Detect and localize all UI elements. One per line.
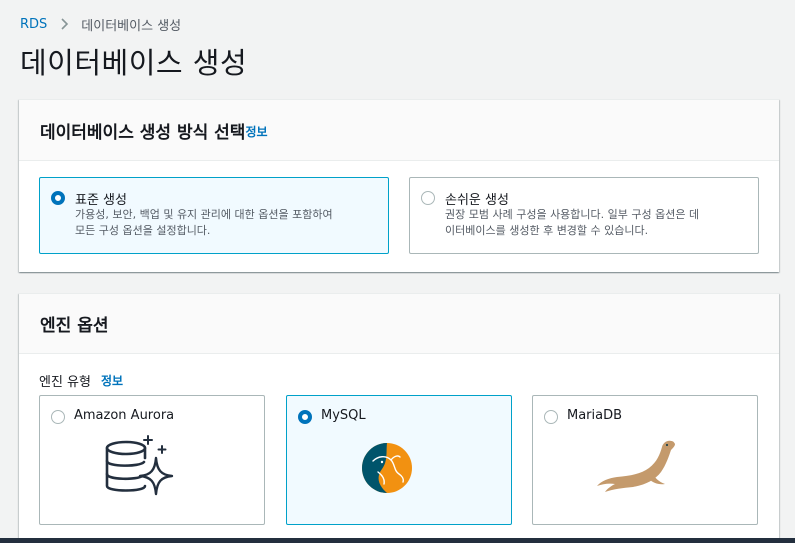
engine-type-text: 엔진 유형 — [39, 375, 91, 390]
bottom-footer-bar — [0, 538, 795, 543]
standard-create-title: 표준 생성 — [75, 193, 127, 208]
engine-tile-aurora[interactable]: Amazon Aurora — [39, 395, 265, 525]
creation-method-panel: 데이터베이스 생성 방식 선택 정보 표준 생성 가용성, 보안, 백업 및 유… — [19, 99, 779, 272]
easy-create-title: 손쉬운 생성 — [445, 193, 509, 208]
engine-type-label: 엔진 유형 정보 — [39, 371, 123, 390]
easy-create-desc-line2: 이터베이스를 생성한 후 변경할 수 있습니다. — [445, 224, 649, 237]
aurora-label: Amazon Aurora — [74, 408, 175, 423]
engine-type-info-link[interactable]: 정보 — [101, 372, 123, 389]
engine-options-panel: 엔진 옵션 엔진 유형 정보 Amazon Aurora MySQL Maria… — [19, 293, 779, 543]
breadcrumb-current: 데이터베이스 생성 — [81, 18, 182, 34]
engine-tile-mariadb[interactable]: MariaDB — [532, 395, 758, 525]
easy-create-desc-line1: 권장 모범 사례 구성을 사용합니다. 일부 구성 옵션은 데 — [445, 208, 700, 221]
easy-create-tile[interactable]: 손쉬운 생성 권장 모범 사례 구성을 사용합니다. 일부 구성 옵션은 데 이… — [409, 177, 759, 254]
engine-options-header: 엔진 옵션 — [19, 294, 779, 354]
engine-options-title: 엔진 옵션 — [40, 316, 109, 336]
mariadb-label: MariaDB — [567, 408, 623, 423]
standard-create-tile[interactable]: 표준 생성 가용성, 보안, 백업 및 유지 관리에 대한 옵션을 포함하여 모… — [39, 177, 389, 254]
mysql-dolphin-icon — [362, 443, 412, 493]
chevron-right-icon — [61, 18, 69, 30]
aurora-radio[interactable] — [51, 410, 65, 424]
creation-method-title: 데이터베이스 생성 방식 선택 — [40, 122, 246, 143]
breadcrumb-rds-link[interactable]: RDS — [20, 17, 47, 32]
creation-method-info-link[interactable]: 정보 — [245, 123, 267, 140]
aurora-database-icon — [105, 435, 174, 496]
engine-tile-mysql[interactable]: MySQL — [286, 395, 512, 525]
standard-create-radio[interactable] — [51, 191, 65, 205]
page-title: 데이터베이스 생성 — [20, 46, 248, 80]
easy-create-radio[interactable] — [421, 191, 435, 205]
mysql-radio[interactable] — [298, 410, 312, 424]
mariadb-radio[interactable] — [544, 410, 558, 424]
mysql-label: MySQL — [321, 408, 366, 423]
breadcrumb: RDS 데이터베이스 생성 — [20, 14, 181, 34]
standard-create-desc-line1: 가용성, 보안, 백업 및 유지 관리에 대한 옵션을 포함하여 — [75, 208, 333, 221]
mariadb-sealion-icon — [597, 440, 675, 492]
standard-create-desc-line2: 모든 구성 옵션을 설정합니다. — [75, 224, 211, 237]
creation-method-header: 데이터베이스 생성 방식 선택 정보 — [19, 100, 779, 161]
